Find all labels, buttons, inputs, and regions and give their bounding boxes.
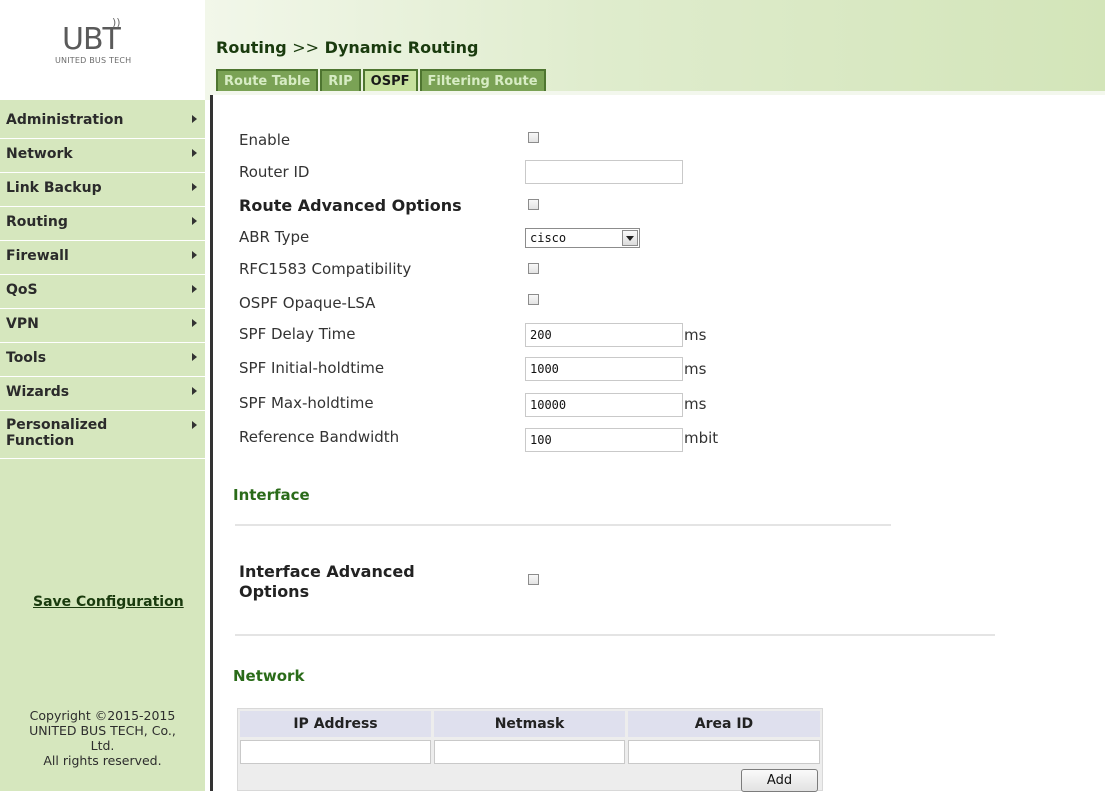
chevron-right-icon bbox=[192, 421, 197, 429]
copyright: Copyright ©2015-2015 UNITED BUS TECH, Co… bbox=[0, 708, 205, 768]
logo: UBT )) UNITED BUS TECH bbox=[0, 0, 205, 100]
rfc1583-checkbox[interactable] bbox=[528, 263, 539, 274]
reference-bandwidth-input[interactable]: 100 bbox=[525, 428, 683, 452]
sidebar-item-tools[interactable]: Tools bbox=[0, 343, 205, 377]
sidebar-item-qos[interactable]: QoS bbox=[0, 275, 205, 309]
spf-max-unit: ms bbox=[684, 395, 707, 413]
opaque-lsa-label: OSPF Opaque-LSA bbox=[239, 294, 376, 312]
spf-max-input[interactable]: 10000 bbox=[525, 393, 683, 417]
sidebar-item-routing[interactable]: Routing bbox=[0, 207, 205, 241]
copyright-line: Ltd. bbox=[90, 738, 115, 753]
copyright-line: All rights reserved. bbox=[43, 753, 162, 768]
divider bbox=[235, 634, 995, 636]
spf-delay-input[interactable]: 200 bbox=[525, 323, 683, 347]
chevron-right-icon bbox=[192, 149, 197, 157]
rfc1583-label: RFC1583 Compatibility bbox=[239, 260, 412, 278]
spf-max-label: SPF Max-holdtime bbox=[239, 394, 374, 412]
abr-type-label: ABR Type bbox=[239, 228, 310, 246]
sidebar-item-label: Personalized Function bbox=[6, 417, 108, 449]
chevron-right-icon bbox=[192, 251, 197, 259]
chevron-right-icon bbox=[192, 285, 197, 293]
table-header-ip-address: IP Address bbox=[240, 711, 431, 737]
sidebar-item-personalized-function[interactable]: Personalized Function bbox=[0, 411, 205, 459]
sidebar: Administration Network Link Backup Routi… bbox=[0, 100, 205, 791]
header: UBT )) UNITED BUS TECH Routing >> Dynami… bbox=[0, 0, 1105, 100]
network-table: IP Address Netmask Area ID Add bbox=[237, 708, 823, 792]
sidebar-item-firewall[interactable]: Firewall bbox=[0, 241, 205, 275]
sidebar-item-label: Wizards bbox=[6, 384, 70, 400]
save-configuration-link[interactable]: Save Configuration bbox=[33, 594, 184, 610]
logo-wave-icon: )) bbox=[112, 16, 121, 29]
interface-advanced-label-line1: Interface Advanced bbox=[239, 562, 415, 581]
sidebar-item-label: Firewall bbox=[6, 248, 69, 264]
main-content: Enable Router ID Route Advanced Options … bbox=[210, 95, 1105, 792]
chevron-right-icon bbox=[192, 115, 197, 123]
router-id-input[interactable] bbox=[525, 160, 683, 184]
chevron-right-icon bbox=[192, 217, 197, 225]
breadcrumb-section: Routing bbox=[216, 38, 287, 57]
sidebar-item-label: Administration bbox=[6, 112, 124, 128]
abr-type-select[interactable]: cisco bbox=[525, 228, 640, 248]
chevron-down-icon[interactable] bbox=[622, 230, 638, 246]
copyright-line: Copyright ©2015-2015 bbox=[29, 708, 176, 723]
opaque-lsa-checkbox[interactable] bbox=[528, 294, 539, 305]
netmask-input[interactable] bbox=[434, 740, 625, 764]
breadcrumb-page: Dynamic Routing bbox=[324, 38, 479, 57]
chevron-right-icon bbox=[192, 387, 197, 395]
sidebar-item-network[interactable]: Network bbox=[0, 139, 205, 173]
route-advanced-options-label: Route Advanced Options bbox=[239, 196, 462, 215]
tab-rip[interactable]: RIP bbox=[320, 69, 361, 91]
sidebar-item-wizards[interactable]: Wizards bbox=[0, 377, 205, 411]
spf-delay-unit: ms bbox=[684, 326, 707, 344]
spf-initial-unit: ms bbox=[684, 360, 707, 378]
sidebar-item-label: Network bbox=[6, 146, 73, 162]
sidebar-item-label: Link Backup bbox=[6, 180, 102, 196]
ip-address-input[interactable] bbox=[240, 740, 431, 764]
tab-bar: Route Table RIP OSPF Filtering Route bbox=[216, 63, 546, 91]
table-header-area-id: Area ID bbox=[628, 711, 820, 737]
sidebar-item-vpn[interactable]: VPN bbox=[0, 309, 205, 343]
reference-bandwidth-label: Reference Bandwidth bbox=[239, 428, 400, 446]
tab-filtering-route[interactable]: Filtering Route bbox=[419, 69, 546, 91]
spf-initial-label: SPF Initial-holdtime bbox=[239, 359, 385, 377]
sidebar-item-link-backup[interactable]: Link Backup bbox=[0, 173, 205, 207]
interface-advanced-options-label: Interface Advanced Options bbox=[239, 562, 415, 602]
logo-subtitle: UNITED BUS TECH bbox=[55, 56, 132, 65]
interface-section-title: Interface bbox=[233, 486, 310, 504]
chevron-right-icon bbox=[192, 353, 197, 361]
divider bbox=[235, 524, 891, 526]
interface-advanced-label-line2: Options bbox=[239, 582, 310, 601]
chevron-right-icon bbox=[192, 319, 197, 327]
breadcrumb: Routing >> Dynamic Routing bbox=[216, 38, 478, 57]
table-header-netmask: Netmask bbox=[434, 711, 625, 737]
sidebar-item-label: VPN bbox=[6, 316, 39, 332]
route-advanced-options-checkbox[interactable] bbox=[528, 199, 539, 210]
abr-type-value: cisco bbox=[530, 231, 567, 245]
spf-delay-label: SPF Delay Time bbox=[239, 325, 356, 343]
area-id-input[interactable] bbox=[628, 740, 820, 764]
reference-bandwidth-unit: mbit bbox=[684, 429, 719, 447]
breadcrumb-separator: >> bbox=[292, 38, 320, 57]
sidebar-item-label: QoS bbox=[6, 282, 38, 298]
tab-ospf[interactable]: OSPF bbox=[362, 69, 418, 91]
enable-label: Enable bbox=[239, 131, 291, 149]
sidebar-item-label: Routing bbox=[6, 214, 68, 230]
network-section-title: Network bbox=[233, 667, 305, 685]
sidebar-item-label: Tools bbox=[6, 350, 47, 366]
chevron-right-icon bbox=[192, 183, 197, 191]
enable-checkbox[interactable] bbox=[528, 132, 539, 143]
tab-route-table[interactable]: Route Table bbox=[216, 69, 319, 91]
router-id-label: Router ID bbox=[239, 163, 310, 181]
add-button[interactable]: Add bbox=[741, 769, 818, 792]
sidebar-item-administration[interactable]: Administration bbox=[0, 105, 205, 139]
spf-initial-input[interactable]: 1000 bbox=[525, 357, 683, 381]
copyright-line: UNITED BUS TECH, Co., bbox=[29, 723, 176, 738]
interface-advanced-options-checkbox[interactable] bbox=[528, 574, 539, 585]
